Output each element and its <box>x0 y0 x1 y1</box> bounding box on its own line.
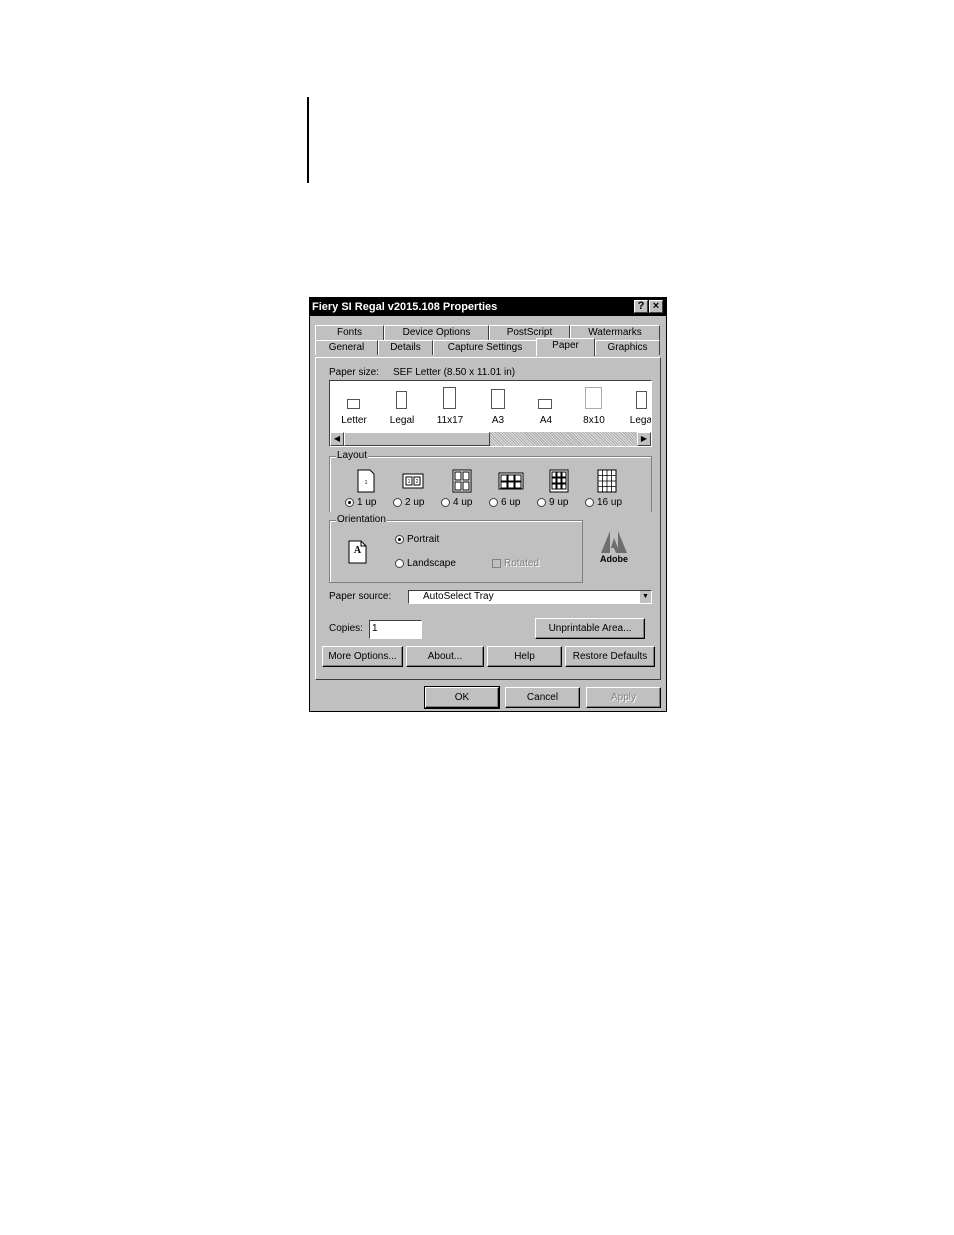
paper-source-label: Paper source: <box>329 591 392 602</box>
layout-2up-radio[interactable] <box>393 498 402 507</box>
page-icon <box>347 399 360 409</box>
close-button[interactable]: × <box>649 300 663 313</box>
paper-item-a3[interactable]: A3 <box>474 385 522 426</box>
portrait-radio[interactable] <box>395 535 404 544</box>
paper-item-label: Letter <box>341 415 367 426</box>
layout-1up-label[interactable]: 1 up <box>357 497 376 509</box>
page-icon <box>443 387 456 409</box>
layout-9up-label[interactable]: 9 up <box>549 497 568 509</box>
about-button[interactable]: About... <box>406 646 484 667</box>
apply-button[interactable]: Apply <box>586 687 661 708</box>
rotated-checkbox[interactable] <box>492 559 501 568</box>
properties-dialog: Fiery SI Regal v2015.108 Properties ? × … <box>309 297 667 712</box>
paper-size-list[interactable]: Letter Legal 11x17 A3 A4 8x10 Legal ◀ ▶ <box>329 380 652 447</box>
paper-item-legal[interactable]: Legal <box>378 385 426 426</box>
copies-field[interactable]: 1 <box>369 620 422 639</box>
layout-16up-radio[interactable] <box>585 498 594 507</box>
paper-item-11x17[interactable]: 11x17 <box>426 385 474 426</box>
layout-group: Layout 1 12 1 up 2 up 4 up 6 up 9 up 16 … <box>329 450 652 512</box>
copies-label: Copies: <box>329 623 363 634</box>
cancel-button[interactable]: Cancel <box>505 687 580 708</box>
layout-2up-icon: 12 <box>402 469 424 493</box>
layout-6up-radio[interactable] <box>489 498 498 507</box>
scroll-thumb[interactable] <box>344 432 490 446</box>
paper-item-label: 8x10 <box>583 415 605 426</box>
page-icon <box>585 387 602 409</box>
landscape-radio[interactable] <box>395 559 404 568</box>
layout-9up-radio[interactable] <box>537 498 546 507</box>
paper-source-value: AutoSelect Tray <box>423 591 494 602</box>
paper-item-label: A4 <box>539 415 553 426</box>
layout-group-label: Layout <box>336 450 369 462</box>
paper-size-value: SEF Letter (8.50 x 11.01 in) <box>393 367 516 378</box>
landscape-label[interactable]: Landscape <box>407 558 456 570</box>
tab-graphics[interactable]: Graphics <box>595 340 660 355</box>
paper-item-a4[interactable]: A4 <box>522 385 570 426</box>
orientation-preview-icon: A <box>348 540 367 564</box>
tab-fonts[interactable]: Fonts <box>315 325 384 340</box>
page-icon <box>491 389 505 409</box>
tab-general[interactable]: General <box>315 340 378 355</box>
page-icon <box>396 391 407 409</box>
paper-item-legal-2[interactable]: Legal <box>618 385 652 426</box>
scroll-right-icon[interactable]: ▶ <box>637 432 651 446</box>
svg-text:1: 1 <box>365 480 368 486</box>
more-options-button[interactable]: More Options... <box>322 646 403 667</box>
scroll-track[interactable] <box>490 432 637 446</box>
layout-6up-label[interactable]: 6 up <box>501 497 520 509</box>
paper-item-8x10[interactable]: 8x10 <box>570 385 618 426</box>
layout-1up-icon: 1 <box>355 469 377 493</box>
svg-text:1: 1 <box>408 479 411 485</box>
svg-text:2: 2 <box>416 479 419 485</box>
adobe-logo-text: Adobe <box>600 554 628 564</box>
ok-button[interactable]: OK <box>424 686 500 709</box>
page-icon <box>636 391 647 409</box>
tab-details[interactable]: Details <box>378 340 433 355</box>
margin-rule <box>307 97 309 183</box>
tab-paper[interactable]: Paper <box>536 338 595 356</box>
paper-size-label: Paper size: <box>329 367 380 378</box>
layout-1up-radio[interactable] <box>345 498 354 507</box>
title-bar: Fiery SI Regal v2015.108 Properties ? × <box>310 298 666 316</box>
layout-4up-icon <box>451 469 473 493</box>
layout-2up-label[interactable]: 2 up <box>405 497 424 509</box>
paper-source-select[interactable]: AutoSelect Tray ▼ <box>408 590 652 604</box>
paper-item-letter[interactable]: Letter <box>330 385 378 426</box>
layout-16up-label[interactable]: 16 up <box>597 497 622 509</box>
paper-item-label: Legal <box>629 415 652 426</box>
tab-capture-settings[interactable]: Capture Settings <box>433 340 537 355</box>
layout-4up-label[interactable]: 4 up <box>453 497 472 509</box>
chevron-down-icon[interactable]: ▼ <box>639 591 651 603</box>
paper-item-label: Legal <box>389 415 415 426</box>
paper-item-label: 11x17 <box>436 415 464 426</box>
adobe-logo: Adobe <box>599 529 629 569</box>
orientation-group: Orientation A Portrait Landscape Rotated <box>329 514 583 583</box>
orientation-group-label: Orientation <box>336 514 387 526</box>
tab-device-options[interactable]: Device Options <box>384 325 489 340</box>
scroll-left-icon[interactable]: ◀ <box>330 432 344 446</box>
layout-16up-icon <box>596 469 618 493</box>
horizontal-scrollbar[interactable]: ◀ ▶ <box>330 432 651 446</box>
layout-4up-radio[interactable] <box>441 498 450 507</box>
portrait-label[interactable]: Portrait <box>407 534 439 546</box>
unprintable-area-button[interactable]: Unprintable Area... <box>535 618 645 639</box>
restore-defaults-button[interactable]: Restore Defaults <box>565 646 655 667</box>
layout-9up-icon <box>548 469 570 493</box>
paper-item-label: A3 <box>491 415 505 426</box>
layout-6up-icon <box>498 469 524 493</box>
help-button[interactable]: Help <box>487 646 562 667</box>
page-icon <box>538 399 552 409</box>
help-title-button[interactable]: ? <box>634 300 648 313</box>
rotated-label[interactable]: Rotated <box>504 558 539 570</box>
window-title: Fiery SI Regal v2015.108 Properties <box>312 301 498 313</box>
orientation-preview-letter: A <box>353 545 362 556</box>
